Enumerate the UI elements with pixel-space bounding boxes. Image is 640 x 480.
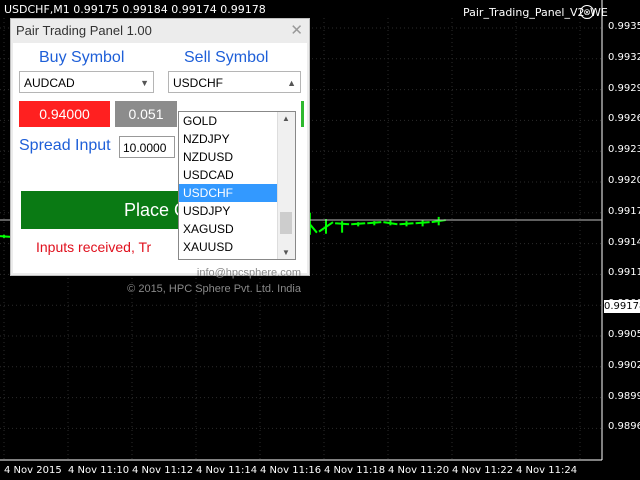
dropdown-option[interactable]: NZDUSD <box>179 148 279 166</box>
dropdown-option[interactable]: USDCAD <box>179 166 279 184</box>
price-tick-label: 0.99265 <box>608 113 640 125</box>
trading-panel: Pair Trading Panel 1.00 ✕ Buy Symbol Sel… <box>10 18 310 295</box>
price-tick-label: 0.99235 <box>608 144 640 156</box>
candle-body <box>415 221 430 225</box>
spread-input-label: Spread Input <box>19 137 111 154</box>
chevron-down-icon: ▼ <box>140 78 149 88</box>
time-tick-label: 4 Nov 11:22 <box>452 465 514 476</box>
price-tick-label: 0.99145 <box>608 236 640 248</box>
price-tick-label: 0.98995 <box>608 390 640 402</box>
candle-body <box>367 221 382 225</box>
time-tick-label: 4 Nov 11:14 <box>196 465 258 476</box>
scroll-down-icon[interactable]: ▼ <box>282 248 290 257</box>
contact-email: info@hpcsphere.com <box>196 267 301 279</box>
candle-body <box>383 221 398 226</box>
time-tick-label: 4 Nov 11:18 <box>324 465 386 476</box>
price-tick-label: 0.99115 <box>608 267 640 279</box>
panel-close-icon[interactable]: ✕ <box>290 21 303 39</box>
spread-input[interactable]: 10.0000 <box>119 136 175 158</box>
current-price-label: 0.99178 <box>604 300 640 313</box>
price-tick-label: 0.99175 <box>608 205 640 217</box>
candle-body <box>351 222 366 226</box>
dropdown-option[interactable]: NZDJPY <box>179 130 279 148</box>
dropdown-option[interactable]: USDCHF <box>179 184 279 202</box>
sell-price-button[interactable]: 0.051 <box>115 101 177 127</box>
time-tick-label: 4 Nov 2015 <box>4 465 62 476</box>
panel-title: Pair Trading Panel 1.00 <box>16 23 152 38</box>
sell-price-indicator <box>301 101 304 127</box>
candle-body <box>399 222 414 226</box>
dropdown-scrollbar[interactable]: ▲ ▼ <box>277 112 295 259</box>
status-message: Inputs received, Tr <box>36 239 152 255</box>
price-tick-label: 0.99355 <box>608 21 640 32</box>
price-tick-label: 0.99325 <box>608 51 640 63</box>
candle-body <box>335 222 350 226</box>
scroll-up-icon[interactable]: ▲ <box>282 114 290 123</box>
price-tick-label: 0.98965 <box>608 421 640 433</box>
chart-title: USDCHF,M1 0.99175 0.99184 0.99174 0.9917… <box>4 3 266 16</box>
time-tick-label: 4 Nov 11:12 <box>132 465 194 476</box>
dropdown-option[interactable]: GOLD <box>179 112 279 130</box>
copyright-text: © 2015, HPC Sphere Pvt. Ltd. India <box>127 283 301 295</box>
sell-symbol-select[interactable]: USDCHF ▲ <box>168 71 301 93</box>
sell-symbol-value: USDCHF <box>173 76 223 90</box>
time-tick-label: 4 Nov 11:16 <box>260 465 322 476</box>
sell-symbol-dropdown-list[interactable]: GOLD NZDJPY NZDUSD USDCAD USDCHF USDJPY XAGUSD… <box>178 111 296 260</box>
dropdown-option[interactable]: USDJPY <box>179 202 279 220</box>
price-tick-label: 0.99295 <box>608 82 640 94</box>
time-tick-label: 4 Nov 11:10 <box>68 465 130 476</box>
price-tick-label: 0.99025 <box>608 359 640 371</box>
time-tick-label: 4 Nov 11:20 <box>388 465 450 476</box>
dropdown-option[interactable]: XAUUSD <box>179 238 279 256</box>
price-tick-label: 0.99055 <box>608 329 640 340</box>
close-ea-icon[interactable]: ⊗ <box>580 5 594 19</box>
buy-price-button[interactable]: 0.94000 <box>19 101 110 127</box>
buy-symbol-label: Buy Symbol <box>39 49 125 66</box>
chevron-up-icon: ▲ <box>287 78 296 88</box>
price-tick-label: 0.99205 <box>608 175 640 186</box>
time-tick-label: 4 Nov 11:24 <box>516 465 578 476</box>
scroll-thumb[interactable] <box>280 212 292 234</box>
buy-symbol-select[interactable]: AUDCAD ▼ <box>19 71 154 93</box>
sell-symbol-label: Sell Symbol <box>184 49 269 66</box>
dropdown-option[interactable]: XAGUSD <box>179 220 279 238</box>
buy-symbol-value: AUDCAD <box>24 76 75 90</box>
